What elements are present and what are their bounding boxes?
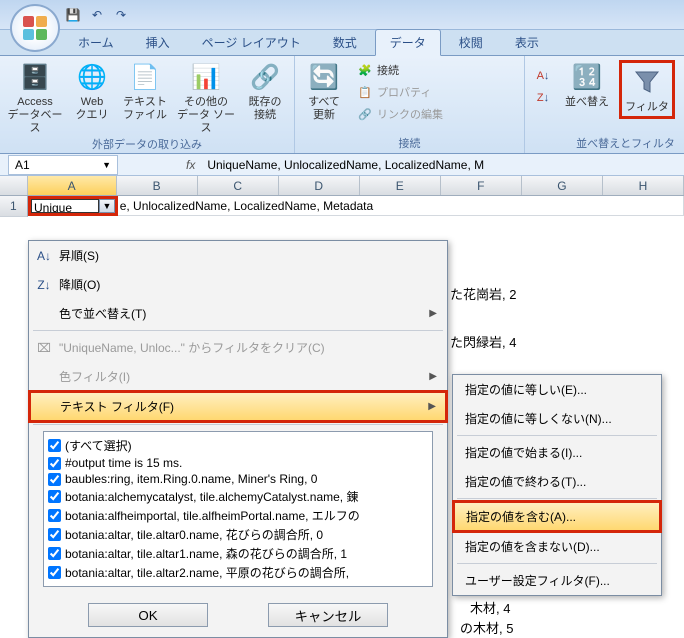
filter-value-checkbox[interactable]: botania:alfheimportal, tile.alfheimPorta… [48, 506, 428, 525]
sort-asc-button[interactable]: A↓ [531, 66, 555, 86]
undo-icon[interactable]: ↶ [88, 6, 106, 24]
from-text-button[interactable]: 📄テキストファイル [120, 60, 170, 122]
connections-icon: 🧩 [357, 62, 373, 78]
sort-icon: 🔢 [570, 60, 604, 94]
cell-text: た閃緑岩, 4 [450, 332, 516, 351]
filter-icon [630, 65, 664, 99]
column-header[interactable]: A [28, 176, 117, 195]
color-filter-item: 色フィルタ(I)▶ [29, 362, 447, 391]
sort-button[interactable]: 🔢並べ替え [561, 60, 613, 109]
text-filter-item[interactable]: テキスト フィルタ(F)▶ [29, 391, 447, 422]
cell-text: の木材, 5 [460, 618, 513, 637]
ribbon-tabs: ホーム 挿入 ページ レイアウト 数式 データ 校閲 表示 [0, 30, 684, 56]
filter-value-checkbox[interactable]: botania:altar, tile.altar1.name, 森の花びらの調… [48, 544, 428, 563]
links-icon: 🔗 [357, 106, 373, 122]
autofilter-menu: A↓昇順(S) Z↓降順(O) 色で並べ替え(T)▶ ⌧"UniqueName,… [28, 240, 448, 638]
filter-dropdown-button[interactable]: ▼ [99, 199, 115, 213]
filter-value-checkbox[interactable]: #output time is 15 ms. [48, 455, 428, 471]
edit-links-button[interactable]: 🔗リンクの編集 [353, 104, 447, 124]
not-equals-item[interactable]: 指定の値に等しくない(N)... [453, 404, 661, 433]
web-icon: 🌐 [75, 60, 109, 94]
properties-button[interactable]: 📋プロパティ [353, 82, 447, 102]
cell-text: 木材, 4 [470, 598, 510, 617]
filter-button[interactable]: フィルタ [624, 65, 670, 114]
column-header[interactable]: B [117, 176, 198, 195]
sort-asc-icon: A↓ [535, 68, 551, 84]
a1-value: Unique [31, 199, 99, 213]
column-header[interactable]: D [279, 176, 360, 195]
column-header[interactable]: F [441, 176, 522, 195]
row-header[interactable]: 1 [0, 196, 28, 217]
filter-value-checkbox[interactable]: baubles:ring, item.Ring.0.name, Miner's … [48, 471, 428, 487]
not-contains-item[interactable]: 指定の値を含まない(D)... [453, 532, 661, 561]
filter-values-list[interactable]: (すべて選択) #output time is 15 ms.baubles:ri… [43, 431, 433, 587]
existing-conn-icon: 🔗 [248, 60, 282, 94]
tab-insert[interactable]: 挿入 [132, 30, 184, 55]
column-header[interactable]: C [198, 176, 279, 195]
column-header[interactable]: G [522, 176, 603, 195]
tab-page-layout[interactable]: ページ レイアウト [188, 30, 315, 55]
existing-conn-button[interactable]: 🔗既存の接続 [242, 60, 288, 122]
begins-with-item[interactable]: 指定の値で始まる(I)... [453, 438, 661, 467]
filter-value-checkbox[interactable]: botania:altar, tile.altar0.name, 花びらの調合所… [48, 525, 428, 544]
save-icon[interactable]: 💾 [64, 6, 82, 24]
text-icon: 📄 [128, 60, 162, 94]
sort-desc-button[interactable]: Z↓ [531, 88, 555, 108]
clear-filter-item: ⌧"UniqueName, Unloc..." からフィルタをクリア(C) [29, 333, 447, 362]
redo-icon[interactable]: ↷ [112, 6, 130, 24]
clear-filter-icon: ⌧ [35, 341, 53, 355]
properties-icon: 📋 [357, 84, 373, 100]
sort-by-color-item[interactable]: 色で並べ替え(T)▶ [29, 299, 447, 328]
contains-item[interactable]: 指定の値を含む(A)... [453, 501, 661, 532]
column-header[interactable]: E [360, 176, 441, 195]
tab-view[interactable]: 表示 [501, 30, 553, 55]
group-connections: 接続 [301, 135, 518, 153]
refresh-icon: 🔄 [307, 60, 341, 94]
formula-text[interactable]: UniqueName, UnlocalizedName, LocalizedNa… [203, 158, 684, 172]
connections-button[interactable]: 🧩接続 [353, 60, 447, 80]
fx-icon[interactable]: fx [178, 158, 203, 172]
select-all-corner[interactable] [0, 176, 28, 195]
cancel-button[interactable]: キャンセル [268, 603, 388, 627]
chevron-down-icon[interactable]: ▼ [102, 160, 111, 170]
filter-value-checkbox[interactable]: botania:alchemycatalyst, tile.alchemyCat… [48, 487, 428, 506]
group-external-data: 外部データの取り込み [6, 136, 288, 154]
name-box[interactable]: A1▼ [8, 155, 118, 175]
from-web-button[interactable]: 🌐Webクエリ [70, 60, 114, 122]
tab-formula[interactable]: 数式 [319, 30, 371, 55]
tab-home[interactable]: ホーム [64, 30, 128, 55]
chevron-right-icon: ▶ [428, 401, 436, 412]
ends-with-item[interactable]: 指定の値で終わる(T)... [453, 467, 661, 496]
equals-item[interactable]: 指定の値に等しい(E)... [453, 375, 661, 404]
custom-filter-item[interactable]: ユーザー設定フィルタ(F)... [453, 566, 661, 595]
office-button[interactable] [10, 4, 60, 52]
text-filter-submenu: 指定の値に等しい(E)... 指定の値に等しくない(N)... 指定の値で始まる… [452, 374, 662, 596]
cell-text: た花崗岩, 2 [450, 284, 516, 303]
ok-button[interactable]: OK [88, 603, 208, 627]
filter-value-checkbox[interactable]: botania:altar, tile.altar2.name, 平原の花びらの… [48, 563, 428, 582]
sort-desc-icon: Z↓ [535, 90, 551, 106]
worksheet: ABCDEFGH 1 e, UnlocalizedName, Localized… [0, 176, 684, 217]
group-sort-filter: 並べ替えとフィルタ [531, 135, 684, 153]
tab-data[interactable]: データ [375, 29, 441, 56]
sort-descending-item[interactable]: Z↓降順(O) [29, 270, 447, 299]
from-other-button[interactable]: 📊その他のデータ ソース [176, 60, 236, 136]
row1-overflow: e, UnlocalizedName, LocalizedName, Metad… [117, 196, 684, 216]
sort-asc-icon: A↓ [35, 249, 53, 263]
refresh-all-button[interactable]: 🔄すべて更新 [301, 60, 347, 122]
other-source-icon: 📊 [189, 60, 223, 94]
tab-review[interactable]: 校閲 [445, 30, 497, 55]
sort-ascending-item[interactable]: A↓昇順(S) [29, 241, 447, 270]
column-header[interactable]: H [603, 176, 684, 195]
chevron-right-icon: ▶ [429, 308, 437, 319]
chevron-right-icon: ▶ [429, 371, 437, 382]
sort-desc-icon: Z↓ [35, 278, 53, 292]
formula-bar: A1▼ fx UniqueName, UnlocalizedName, Loca… [0, 154, 684, 176]
select-all-checkbox[interactable]: (すべて選択) [48, 436, 428, 455]
ribbon: 🗄️Accessデータベース 🌐Webクエリ 📄テキストファイル 📊その他のデー… [0, 56, 684, 154]
access-icon: 🗄️ [18, 60, 52, 94]
from-access-button[interactable]: 🗄️Accessデータベース [6, 60, 64, 136]
